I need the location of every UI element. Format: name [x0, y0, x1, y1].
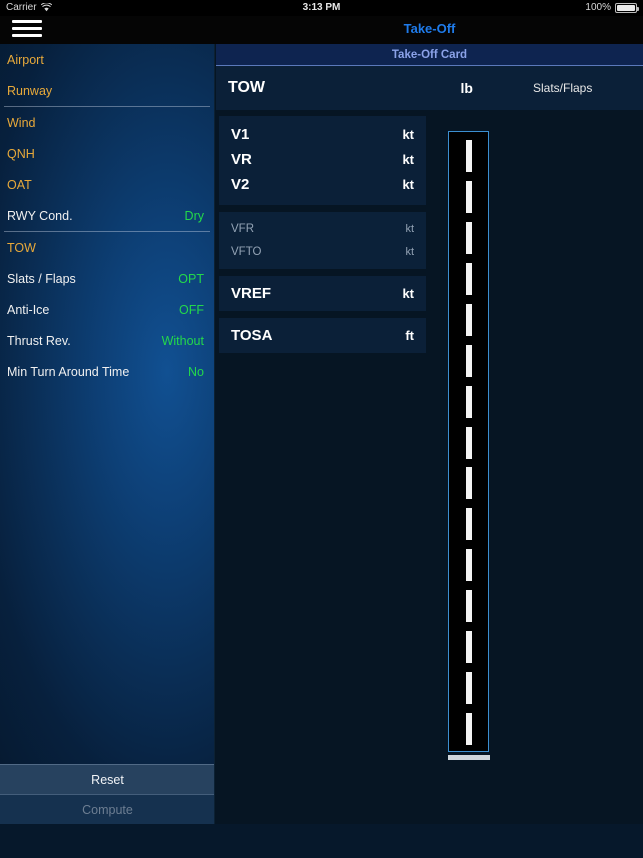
secondary-row-vfr: VFR kt	[219, 217, 426, 240]
runway-dash	[465, 549, 472, 582]
sidebar-item-anti-ice[interactable]: Anti-Ice OFF	[0, 294, 214, 325]
page-title: Take-Off	[403, 21, 456, 36]
sidebar-item-label: Anti-Ice	[7, 302, 50, 317]
runway-dash	[465, 262, 472, 295]
reset-button[interactable]: Reset	[0, 764, 214, 794]
slats-flaps-label: Slats/Flaps	[533, 81, 593, 95]
hamburger-menu-icon[interactable]	[12, 20, 42, 41]
sidebar-item-thrust-rev[interactable]: Thrust Rev. Without	[0, 325, 214, 356]
tow-row[interactable]: TOW lb Slats/Flaps	[216, 66, 643, 110]
secondary-label: VFR	[231, 222, 254, 235]
runway-dash	[465, 590, 472, 623]
sidebar-item-runway[interactable]: Runway	[0, 75, 214, 106]
vspeed-unit: kt	[402, 177, 414, 192]
battery-percent-label: 100%	[585, 2, 611, 13]
status-bar-right: 100%	[585, 2, 639, 13]
vspeed-unit: kt	[402, 152, 414, 167]
runway-threshold-marking	[447, 755, 490, 760]
status-bar-clock: 3:13 PM	[302, 2, 341, 13]
secondary-unit: kt	[405, 245, 414, 258]
sidebar-item-label: OAT	[7, 177, 32, 192]
sidebar-item-oat[interactable]: OAT	[0, 169, 214, 200]
secondary-label: VFTO	[231, 245, 262, 258]
runway-dash	[465, 140, 472, 172]
tosa-label: TOSA	[231, 327, 273, 344]
vspeed-label: V1	[231, 126, 250, 143]
vspeed-row-vr: VR kt	[219, 147, 426, 172]
sidebar-item-label: Slats / Flaps	[7, 271, 76, 286]
runway-dash	[465, 672, 472, 705]
sidebar-item-value: OFF	[179, 302, 204, 317]
vref-unit: kt	[402, 286, 414, 301]
runway-dash	[465, 713, 472, 745]
tosa-unit: ft	[405, 328, 414, 343]
runway-centerline	[465, 140, 472, 745]
secondary-unit: kt	[405, 222, 414, 235]
compute-button[interactable]: Compute	[0, 794, 214, 824]
sidebar-item-list: Airport Runway Wind QNH OAT RWY Cond. Dr…	[0, 44, 214, 387]
sidebar-item-tow[interactable]: TOW	[0, 232, 214, 263]
sidebar-item-label: Runway	[7, 83, 53, 98]
runway-dash	[465, 467, 472, 500]
vref-label: VREF	[231, 285, 272, 302]
sidebar-item-value: No	[188, 364, 204, 379]
sidebar-item-value: Dry	[184, 208, 204, 223]
runway-dash	[465, 303, 472, 336]
status-bar: Carrier 3:13 PM 100%	[0, 0, 643, 16]
vspeed-unit: kt	[402, 127, 414, 142]
card-title: Take-Off Card	[391, 48, 468, 61]
sidebar-item-qnh[interactable]: QNH	[0, 138, 214, 169]
sidebar-item-label: TOW	[7, 240, 36, 255]
sidebar: Airport Runway Wind QNH OAT RWY Cond. Dr…	[0, 44, 215, 824]
runway-dash	[465, 508, 472, 541]
vspeeds-panel: V1 kt VR kt V2 kt	[219, 116, 426, 205]
vspeed-row-v1: V1 kt	[219, 122, 426, 147]
sidebar-item-slats-flaps[interactable]: Slats / Flaps OPT	[0, 263, 214, 294]
sidebar-item-label: QNH	[7, 146, 35, 161]
runway-dash	[465, 180, 472, 213]
sidebar-item-wind[interactable]: Wind	[0, 107, 214, 138]
sidebar-item-label: RWY Cond.	[7, 208, 73, 223]
sidebar-item-rwy-cond[interactable]: RWY Cond. Dry	[0, 200, 214, 231]
sidebar-item-label: Min Turn Around Time	[7, 364, 130, 379]
runway-dash	[465, 221, 472, 254]
sidebar-item-label: Thrust Rev.	[7, 333, 71, 348]
secondary-row-vfto: VFTO kt	[219, 240, 426, 263]
vref-row: VREF kt	[219, 281, 426, 306]
takeoff-card-panel: Take-Off Card TOW lb Slats/Flaps V1 kt V…	[216, 44, 643, 824]
sidebar-item-label: Airport	[7, 52, 44, 67]
runway-dash	[465, 385, 472, 418]
runway-dash	[465, 426, 472, 459]
vref-panel: VREF kt	[219, 276, 426, 311]
app-root: Carrier 3:13 PM 100% Take-Off Airport Ru…	[0, 0, 643, 858]
runway-diagram	[447, 131, 490, 760]
sidebar-item-airport[interactable]: Airport	[0, 44, 214, 75]
battery-icon	[615, 2, 639, 13]
tosa-row: TOSA ft	[219, 323, 426, 348]
tow-label: TOW	[228, 79, 266, 96]
bottom-strip	[0, 824, 643, 858]
runway-dash	[465, 344, 472, 377]
sidebar-item-label: Wind	[7, 115, 36, 130]
vspeed-row-v2: V2 kt	[219, 172, 426, 197]
navigation-bar: Take-Off	[0, 16, 643, 44]
tow-unit: lb	[460, 80, 473, 96]
sidebar-item-value: Without	[161, 333, 204, 348]
vspeed-label: VR	[231, 151, 252, 168]
tosa-panel: TOSA ft	[219, 318, 426, 353]
vspeed-label: V2	[231, 176, 250, 193]
runway-dash	[465, 631, 472, 664]
secondary-speeds-panel: VFR kt VFTO kt	[219, 212, 426, 269]
card-header: Take-Off Card	[216, 44, 643, 66]
sidebar-action-buttons: Reset Compute	[0, 764, 214, 824]
sidebar-item-value: OPT	[178, 271, 204, 286]
sidebar-item-min-turn-around-time[interactable]: Min Turn Around Time No	[0, 356, 214, 387]
